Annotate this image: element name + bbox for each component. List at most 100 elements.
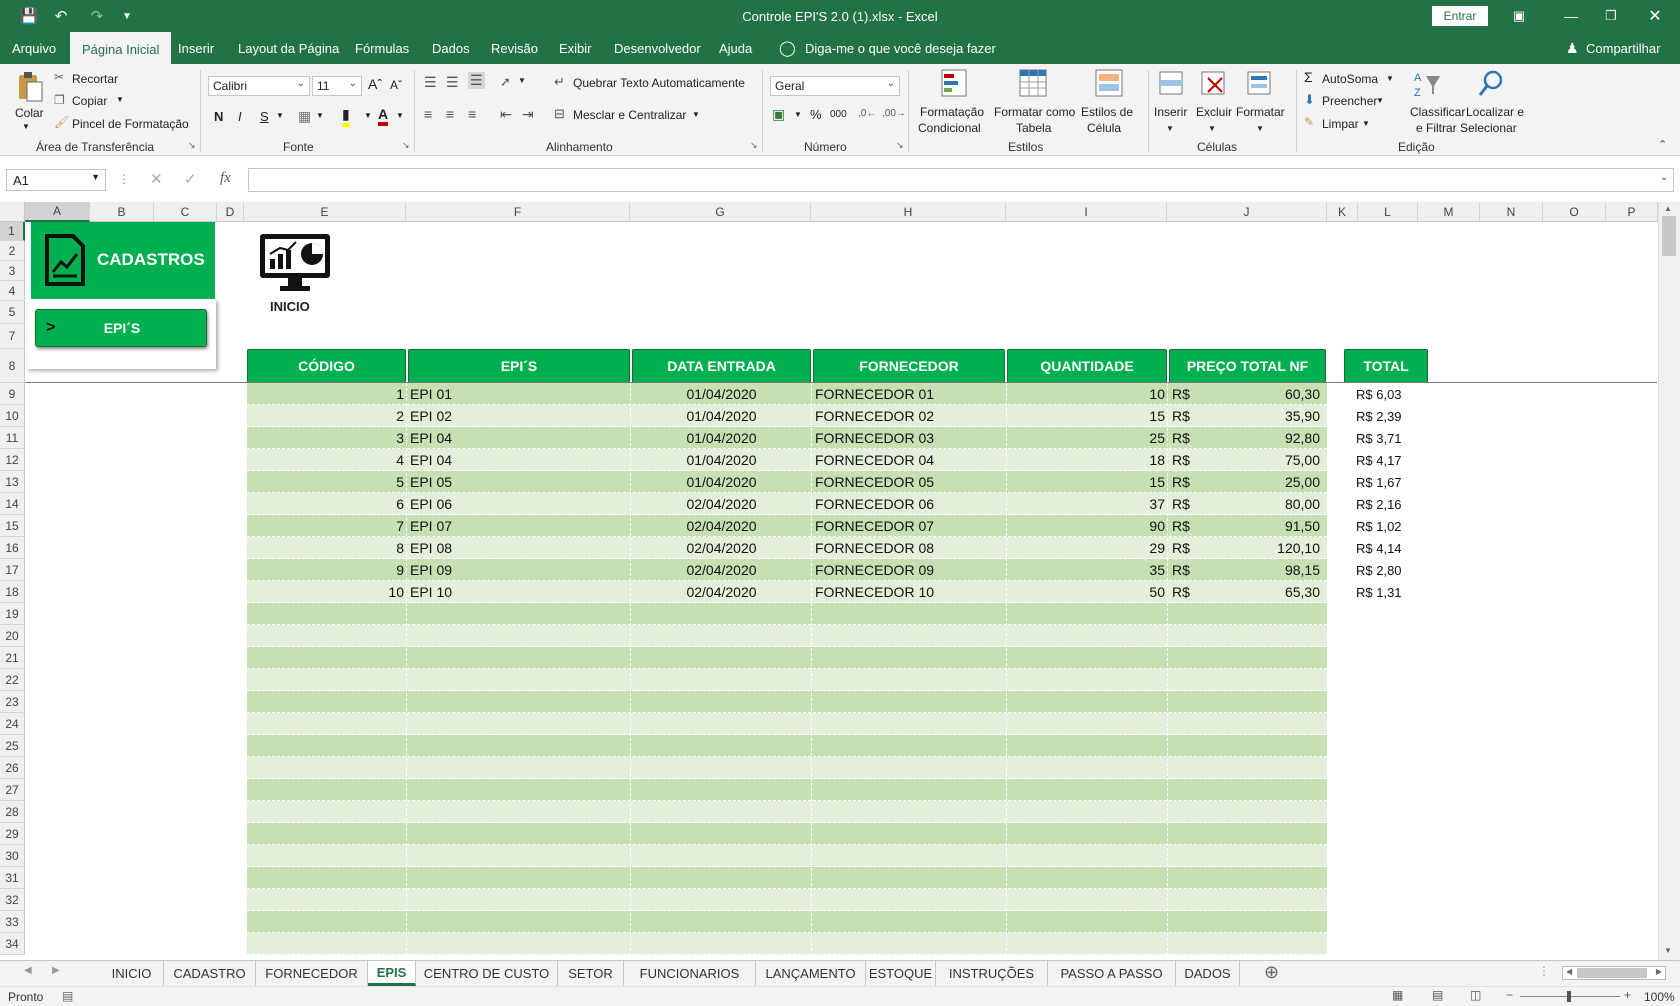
cell-data-entrada[interactable]: 01/04/2020 xyxy=(632,449,811,471)
cell-fornecedor[interactable]: FORNECEDOR 01 xyxy=(815,383,1005,405)
wrap-text-button[interactable]: Quebrar Texto Automaticamente xyxy=(573,76,745,90)
scroll-thumb[interactable] xyxy=(1662,216,1676,256)
conditional-formatting-icon[interactable] xyxy=(940,68,970,100)
row-header-7[interactable]: 8 xyxy=(0,349,25,383)
cell-data-entrada[interactable]: 02/04/2020 xyxy=(632,581,811,603)
delete-cells-dropdown-icon[interactable]: ▼ xyxy=(1208,124,1216,133)
cell-total[interactable]: R$ 2,39 xyxy=(1356,405,1436,427)
epis-nav-button[interactable]: > EPI´S xyxy=(35,309,207,347)
insert-cells-dropdown-icon[interactable]: ▼ xyxy=(1166,124,1174,133)
cancel-entry-icon[interactable]: ✕ xyxy=(150,170,163,188)
cell-data-entrada[interactable]: 01/04/2020 xyxy=(632,471,811,493)
tab-exibir[interactable]: Exibir xyxy=(559,32,592,64)
cell-quantidade[interactable]: 15 xyxy=(1007,471,1165,493)
fill-dropdown-icon[interactable]: ▼ xyxy=(1376,96,1384,105)
insert-cells-icon[interactable] xyxy=(1158,68,1186,100)
fill-icon[interactable]: ⬇ xyxy=(1304,92,1315,108)
cell-quantidade[interactable]: 10 xyxy=(1007,383,1165,405)
cell-codigo[interactable]: 2 xyxy=(247,405,404,427)
align-center-icon[interactable]: ≡ xyxy=(446,106,454,122)
vertical-scrollbar[interactable]: ▲ ▼ xyxy=(1658,202,1680,960)
cell-quantidade[interactable]: 90 xyxy=(1007,515,1165,537)
cell-data-entrada[interactable]: 02/04/2020 xyxy=(632,537,811,559)
tab-formulas[interactable]: Fórmulas xyxy=(355,32,409,64)
align-right-icon[interactable]: ≡ xyxy=(468,106,476,122)
cell-fornecedor[interactable]: FORNECEDOR 07 xyxy=(815,515,1005,537)
find-select-label-1[interactable]: Localizar e xyxy=(1466,105,1524,119)
sort-filter-label-1[interactable]: Classificar xyxy=(1410,105,1465,119)
sort-filter-label-2[interactable]: e Filtrar xyxy=(1416,121,1457,135)
cell-styles-label-2[interactable]: Célula xyxy=(1087,121,1121,135)
font-size-combo[interactable]: 11 ⌄ xyxy=(312,76,362,96)
tab-revisao[interactable]: Revisão xyxy=(491,32,538,64)
sheet-tab-setor[interactable]: SETOR xyxy=(558,961,624,986)
cell-fornecedor[interactable]: FORNECEDOR 05 xyxy=(815,471,1005,493)
column-header-16[interactable]: P xyxy=(1606,202,1658,222)
cut-button[interactable]: Recortar xyxy=(72,72,118,86)
column-header-4[interactable]: D xyxy=(217,202,244,222)
tab-pagina-inicial[interactable]: Página Inicial xyxy=(70,32,172,64)
conditional-formatting-label-2[interactable]: Condicional xyxy=(918,121,981,135)
cell-epi[interactable]: EPI 09 xyxy=(410,559,628,581)
column-header-10[interactable]: J xyxy=(1167,202,1327,222)
cell-preco-total-nf[interactable]: 35,90 xyxy=(1190,405,1320,427)
cell-data-entrada[interactable]: 01/04/2020 xyxy=(632,405,811,427)
cell-epi[interactable]: EPI 07 xyxy=(410,515,628,537)
column-header-12[interactable]: L xyxy=(1358,202,1418,222)
cell-codigo[interactable]: 10 xyxy=(247,581,404,603)
cell-quantidade[interactable]: 50 xyxy=(1007,581,1165,603)
cut-icon[interactable]: ✂ xyxy=(54,70,64,84)
percent-style-button[interactable]: % xyxy=(810,107,822,122)
cell-preco-total-nf[interactable]: 98,15 xyxy=(1190,559,1320,581)
cell-epi[interactable]: EPI 05 xyxy=(410,471,628,493)
comma-style-button[interactable]: 000 xyxy=(830,109,847,120)
zoom-slider-thumb[interactable] xyxy=(1567,991,1571,1002)
orientation-icon[interactable]: ➚ xyxy=(500,74,511,90)
column-header-15[interactable]: O xyxy=(1543,202,1606,222)
hscroll-thumb[interactable] xyxy=(1577,968,1647,978)
format-as-table-icon[interactable] xyxy=(1018,68,1048,100)
name-box[interactable]: A1 ▼ xyxy=(6,169,106,191)
cell-fornecedor[interactable]: FORNECEDOR 02 xyxy=(815,405,1005,427)
cell-total[interactable]: R$ 4,14 xyxy=(1356,537,1436,559)
sheet-tab-fornecedor[interactable]: FORNECEDOR xyxy=(256,961,368,986)
italic-button[interactable]: I xyxy=(238,109,242,124)
row-header-23[interactable]: 24 xyxy=(0,713,25,735)
cell-total[interactable]: R$ 1,67 xyxy=(1356,471,1436,493)
accounting-dropdown-icon[interactable]: ▼ xyxy=(794,110,802,119)
tab-ajuda[interactable]: Ajuda xyxy=(719,32,752,64)
column-header-5[interactable]: E xyxy=(244,202,406,222)
column-header-6[interactable]: F xyxy=(406,202,630,222)
find-select-label-2[interactable]: Selecionar xyxy=(1460,121,1517,135)
row-header-25[interactable]: 26 xyxy=(0,757,25,779)
font-launcher-icon[interactable]: ↘ xyxy=(402,140,410,151)
cell-epi[interactable]: EPI 08 xyxy=(410,537,628,559)
decrease-indent-icon[interactable]: ⇤ xyxy=(500,106,512,123)
cell-epi[interactable]: EPI 04 xyxy=(410,427,628,449)
minimize-icon[interactable]: — xyxy=(1558,0,1584,32)
cell-codigo[interactable]: 9 xyxy=(247,559,404,581)
insert-function-icon[interactable]: fx xyxy=(220,170,231,187)
row-header-29[interactable]: 30 xyxy=(0,845,25,867)
cell-preco-total-nf[interactable]: 60,30 xyxy=(1190,383,1320,405)
cell-epi[interactable]: EPI 04 xyxy=(410,449,628,471)
merge-dropdown-icon[interactable]: ▼ xyxy=(692,110,700,119)
row-header-17[interactable]: 18 xyxy=(0,581,25,603)
wrap-text-icon[interactable]: ↵ xyxy=(554,74,565,90)
clear-button[interactable]: Limpar xyxy=(1322,117,1359,131)
merge-icon[interactable]: ⊟ xyxy=(554,106,565,122)
sheet-tab-dados[interactable]: DADOS xyxy=(1176,961,1240,986)
close-icon[interactable]: ✕ xyxy=(1642,0,1668,32)
grow-font-icon[interactable]: Aˆ xyxy=(368,76,382,92)
row-header-14[interactable]: 15 xyxy=(0,515,25,537)
row-header-1[interactable]: 1 xyxy=(0,222,25,241)
row-header-6[interactable]: 7 xyxy=(0,324,25,349)
row-header-22[interactable]: 23 xyxy=(0,691,25,713)
cell-quantidade[interactable]: 35 xyxy=(1007,559,1165,581)
cell-preco-total-nf[interactable]: 91,50 xyxy=(1190,515,1320,537)
row-header-15[interactable]: 16 xyxy=(0,537,25,559)
font-name-combo[interactable]: Calibri ⌄ xyxy=(208,76,310,96)
cell-quantidade[interactable]: 18 xyxy=(1007,449,1165,471)
row-header-11[interactable]: 12 xyxy=(0,449,25,471)
cell-fornecedor[interactable]: FORNECEDOR 09 xyxy=(815,559,1005,581)
